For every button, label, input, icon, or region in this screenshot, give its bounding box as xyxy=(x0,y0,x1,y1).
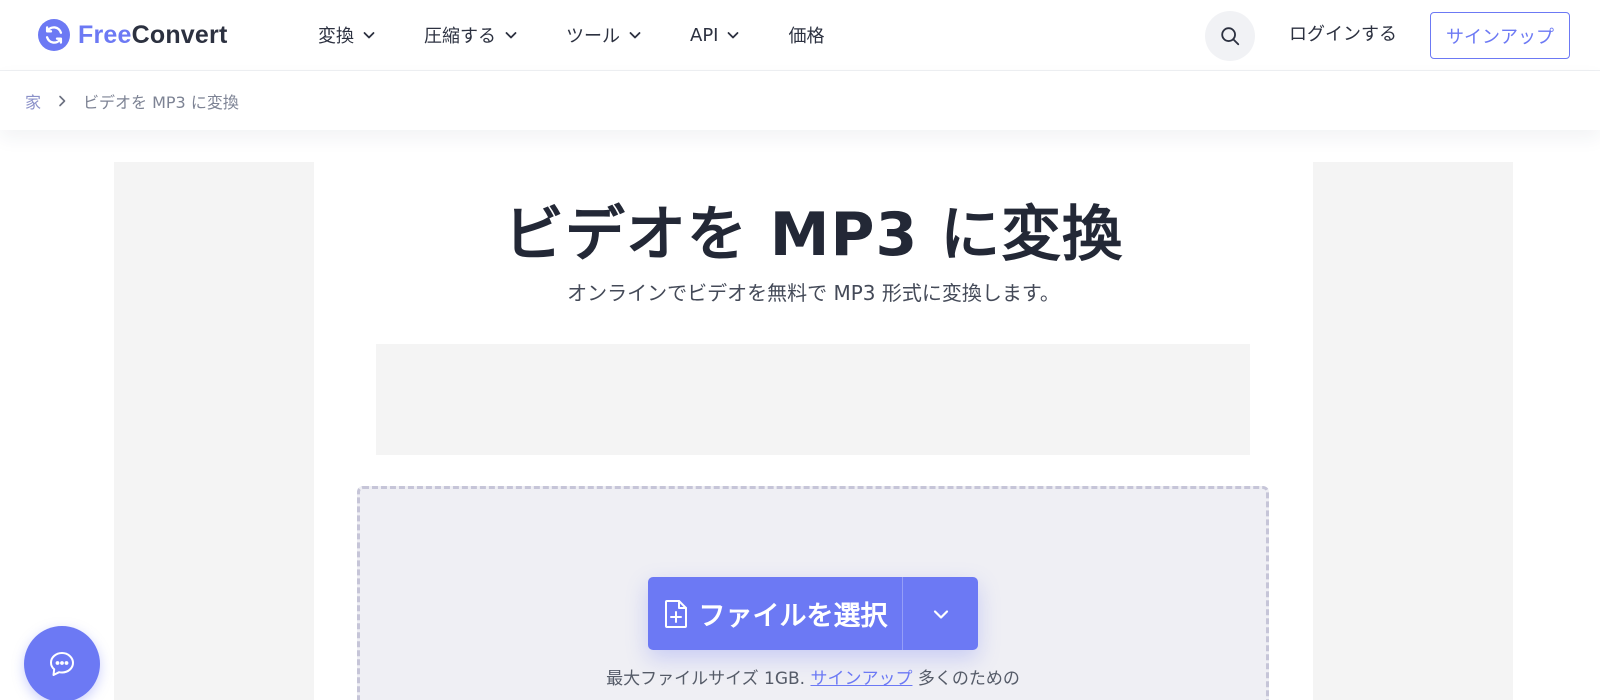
right-ad-column xyxy=(1313,162,1513,700)
choose-file-button[interactable]: ファイルを選択 xyxy=(648,577,903,650)
nav-convert[interactable]: 変換 xyxy=(318,20,376,50)
login-link[interactable]: ログインする xyxy=(1289,21,1397,49)
choose-file-label: ファイルを選択 xyxy=(698,601,888,632)
max-size-suffix: 多くのための xyxy=(917,669,1020,689)
nav-api[interactable]: API xyxy=(690,20,740,50)
nav-pricing[interactable]: 価格 xyxy=(788,20,824,50)
chat-button[interactable] xyxy=(24,626,100,700)
nav-tools-label: ツール xyxy=(566,26,620,47)
file-add-icon xyxy=(663,599,689,629)
breadcrumb-current: ビデオを MP3 に変換 xyxy=(83,93,239,112)
chevron-down-icon xyxy=(504,28,518,42)
top-header: FreeConvert 変換 圧縮する ツール API 価格 ログインする サイ… xyxy=(0,0,1600,71)
nav-compress-label: 圧縮する xyxy=(424,26,496,47)
ad-placeholder xyxy=(376,344,1250,455)
page-subtitle: オンラインでビデオを無料で MP3 形式に変換します。 xyxy=(567,281,1060,305)
nav-tools[interactable]: ツール xyxy=(566,20,642,50)
search-icon xyxy=(1219,25,1241,47)
chevron-down-icon xyxy=(726,28,740,42)
left-ad-column xyxy=(114,162,314,700)
freeconvert-logo[interactable]: FreeConvert xyxy=(38,18,227,52)
max-file-size-note: 最大ファイルサイズ 1GB. サインアップ 多くのための xyxy=(357,664,1269,689)
breadcrumb-bar: 家 ビデオを MP3 に変換 xyxy=(0,71,1600,130)
chevron-down-icon xyxy=(362,28,376,42)
chevron-down-icon xyxy=(931,604,951,624)
logo-free-text: Free xyxy=(78,20,132,49)
breadcrumb: 家 ビデオを MP3 に変換 xyxy=(25,89,239,113)
nav-pricing-label: 価格 xyxy=(788,26,825,47)
chevron-right-icon xyxy=(57,95,67,107)
chevron-down-icon xyxy=(628,28,642,42)
main-nav: 変換 圧縮する ツール API 価格 xyxy=(318,20,872,50)
signup-link[interactable]: サインアップ xyxy=(810,669,912,689)
breadcrumb-home[interactable]: 家 xyxy=(25,89,41,113)
choose-file-button-group: ファイルを選択 xyxy=(648,577,978,650)
nav-api-label: API xyxy=(690,24,719,46)
page-title: ビデオを MP3 に変換 xyxy=(503,200,1124,270)
nav-convert-label: 変換 xyxy=(318,26,354,47)
logo-convert-text: Convert xyxy=(131,20,228,49)
signup-button[interactable]: サインアップ xyxy=(1430,12,1570,59)
chat-icon xyxy=(47,649,77,679)
choose-source-dropdown[interactable] xyxy=(903,577,978,650)
refresh-icon xyxy=(38,19,70,51)
max-size-text: 最大ファイルサイズ 1GB. xyxy=(606,669,806,689)
nav-compress[interactable]: 圧縮する xyxy=(424,20,518,50)
search-button[interactable] xyxy=(1205,11,1255,61)
logo-text: FreeConvert xyxy=(78,21,227,50)
